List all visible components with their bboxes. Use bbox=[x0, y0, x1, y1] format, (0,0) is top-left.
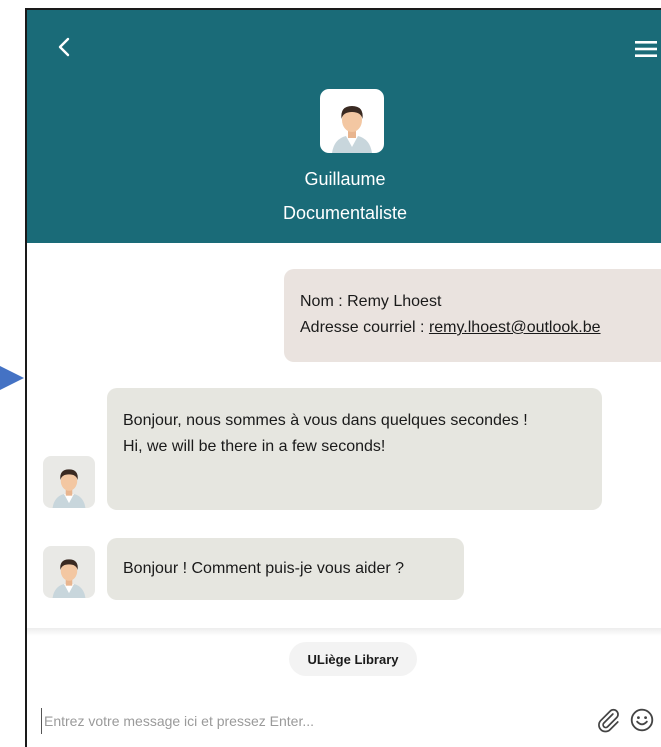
user-name-line: Nom : Remy Lhoest bbox=[300, 293, 442, 310]
person-avatar-icon bbox=[332, 106, 372, 153]
chat-header: Guillaume Documentaliste bbox=[27, 10, 661, 243]
message-composer bbox=[27, 700, 661, 746]
person-avatar-icon bbox=[52, 559, 86, 598]
user-email-line: Adresse courriel : remy.lhoest@outlook.b… bbox=[300, 315, 661, 341]
bot-welcome-fr: Bonjour, nous sommes à vous dans quelque… bbox=[123, 412, 528, 429]
user-info-message: Nom : Remy Lhoest Adresse courriel : rem… bbox=[284, 269, 661, 362]
bot-avatar bbox=[43, 546, 95, 598]
chevron-left-icon bbox=[58, 37, 70, 57]
email-link[interactable]: remy.lhoest@outlook.be bbox=[429, 319, 601, 336]
library-chip[interactable]: ULiège Library bbox=[289, 642, 417, 676]
bot-greeting-message: Bonjour ! Comment puis-je vous aider ? bbox=[107, 538, 464, 600]
menu-button[interactable] bbox=[631, 35, 661, 63]
person-avatar-icon bbox=[52, 469, 86, 508]
paperclip-icon bbox=[598, 708, 619, 733]
hamburger-menu-icon bbox=[635, 41, 657, 57]
agent-name: Guillaume bbox=[304, 169, 386, 189]
attach-button[interactable] bbox=[595, 707, 621, 733]
back-button[interactable] bbox=[49, 32, 79, 62]
bot-welcome-message: Bonjour, nous sommes à vous dans quelque… bbox=[107, 388, 602, 510]
bot-greeting-text: Bonjour ! Comment puis-je vous aider ? bbox=[123, 560, 405, 577]
message-input[interactable] bbox=[41, 708, 564, 734]
emoji-button[interactable] bbox=[629, 707, 655, 733]
bot-avatar bbox=[43, 456, 95, 508]
smiley-icon bbox=[630, 708, 654, 732]
agent-role: Documentaliste bbox=[282, 203, 408, 223]
bot-welcome-en: Hi, we will be there in a few seconds! bbox=[123, 438, 386, 455]
chat-widget: Guillaume Documentaliste Nom : Remy Lhoe… bbox=[25, 8, 661, 747]
agent-avatar bbox=[320, 89, 384, 153]
callout-arrow bbox=[0, 366, 24, 390]
composer-divider bbox=[27, 628, 661, 636]
email-label: Adresse courriel : bbox=[300, 319, 429, 336]
